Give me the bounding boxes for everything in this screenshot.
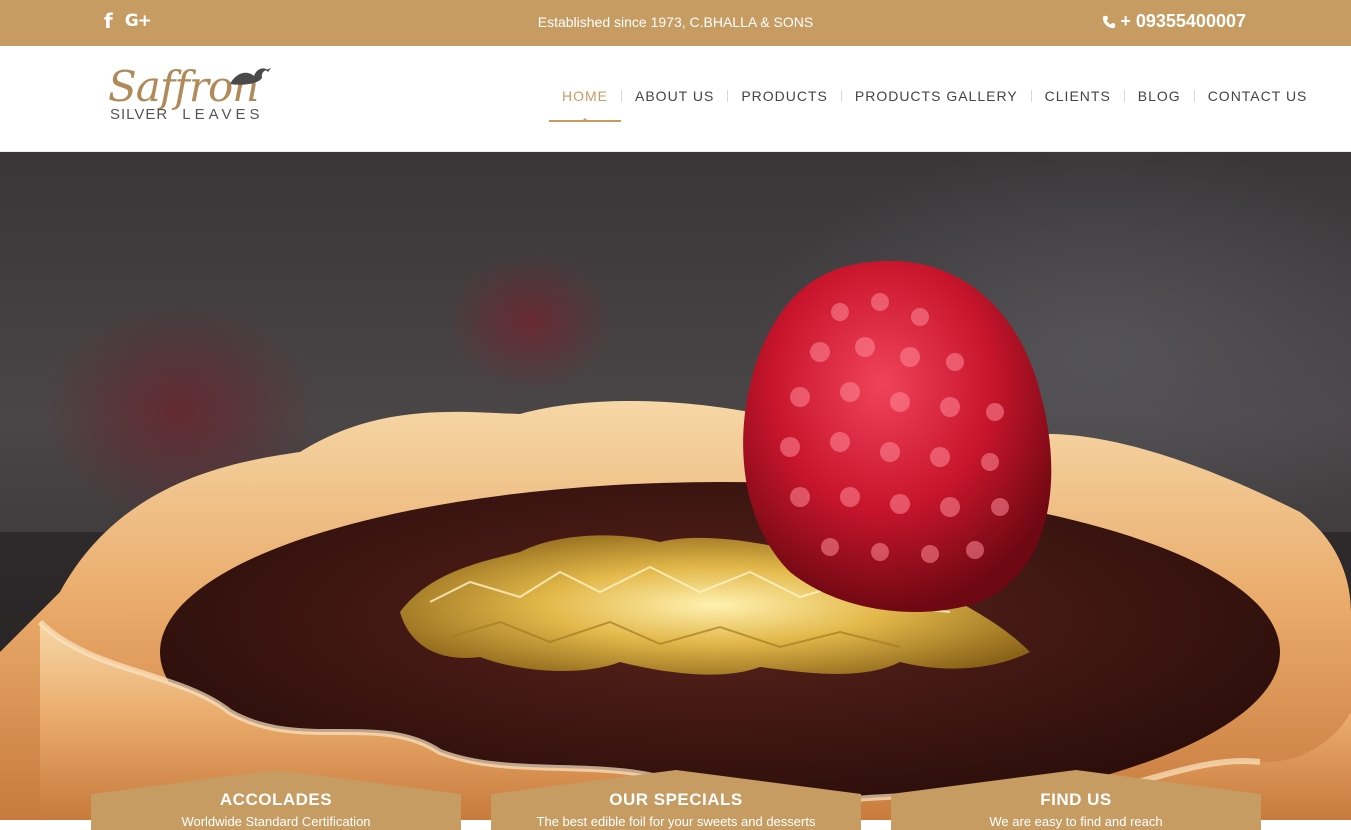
nav-item-products-gallery[interactable]: PRODUCTS GALLERY: [842, 86, 1031, 106]
site-header: Saffron SILVER LEAVES HOME ABOUT US PRODU…: [0, 46, 1351, 152]
feature-title: FIND US: [1040, 790, 1112, 809]
feature-accolades[interactable]: ACCOLADES Worldwide Standard Certificati…: [91, 770, 461, 830]
feature-text: The best edible foil for your sweets and…: [536, 814, 816, 829]
hero-banner: [0, 152, 1351, 820]
feature-text: We are easy to find and reach: [989, 814, 1163, 829]
feature-find-us[interactable]: FIND US We are easy to find and reach: [891, 770, 1261, 830]
main-nav: HOME ABOUT US PRODUCTS PRODUCTS GALLERY …: [549, 46, 1320, 146]
logo-sub-right: LEAVES: [182, 106, 264, 123]
feature-our-specials[interactable]: OUR SPECIALS The best edible foil for yo…: [491, 770, 861, 830]
nav-item-home[interactable]: HOME: [549, 86, 621, 122]
nav-item-clients[interactable]: CLIENTS: [1032, 86, 1124, 106]
feature-title: ACCOLADES: [219, 790, 333, 809]
nav-item-about-us[interactable]: ABOUT US: [622, 86, 727, 106]
logo-subtext: SILVER LEAVES: [110, 106, 264, 123]
nav-item-blog[interactable]: BLOG: [1125, 86, 1194, 106]
nav-item-contact-us[interactable]: CONTACT US: [1195, 86, 1321, 106]
logo-sub-left: SILVER: [110, 106, 169, 123]
feature-text: Worldwide Standard Certification: [181, 814, 371, 829]
phone-contact[interactable]: + 09355400007: [1102, 11, 1246, 32]
feature-title: OUR SPECIALS: [609, 790, 743, 809]
nav-item-products[interactable]: PRODUCTS: [728, 86, 841, 106]
phone-icon: [1103, 15, 1116, 28]
phone-number: + 09355400007: [1120, 11, 1246, 31]
swan-icon: [230, 68, 271, 85]
site-logo[interactable]: Saffron SILVER LEAVES: [106, 56, 282, 142]
top-bar: f G+ Established since 1973, C.BHALLA & …: [0, 0, 1351, 46]
hero-image-raspberry-tart: [0, 260, 1351, 820]
